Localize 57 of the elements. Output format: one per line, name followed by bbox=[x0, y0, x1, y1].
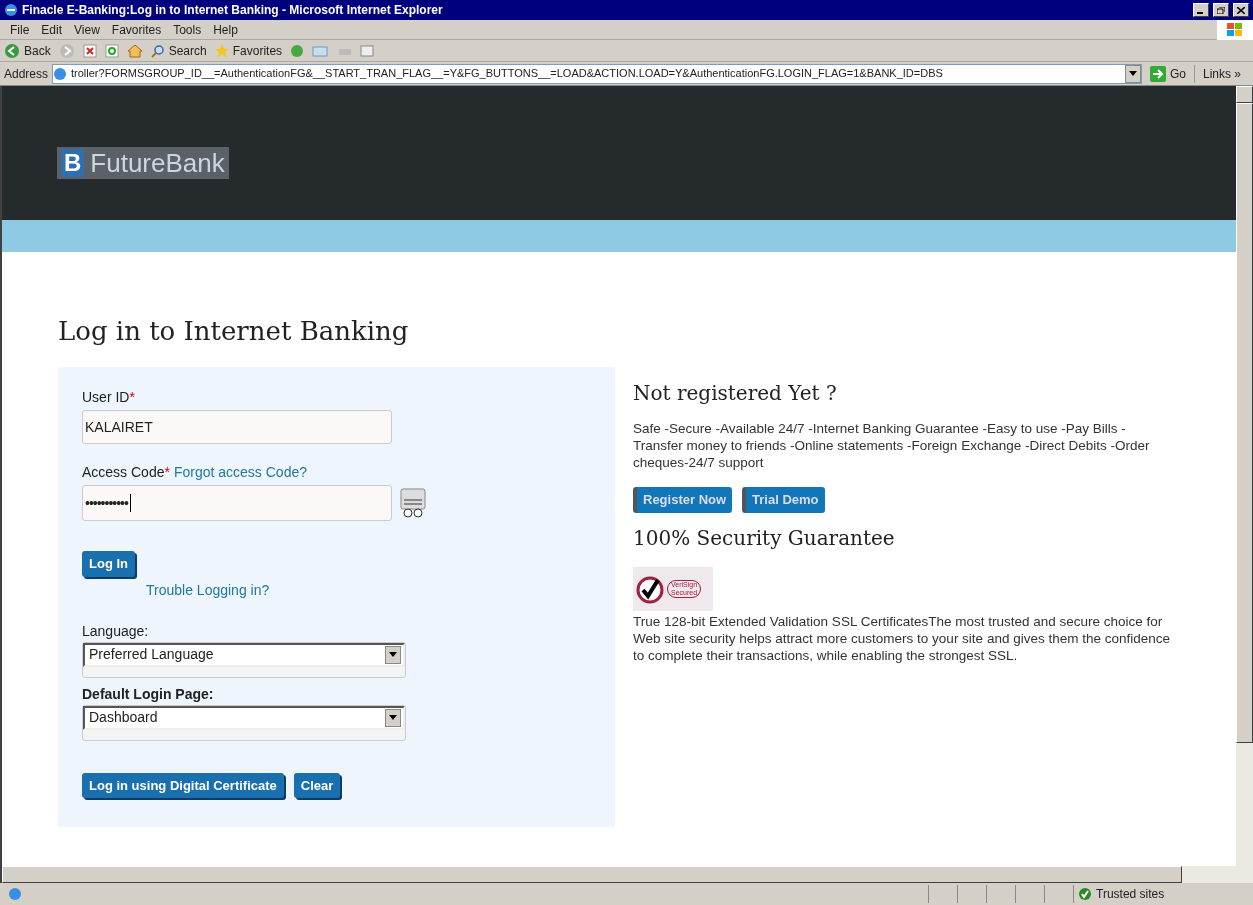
trouble-link[interactable]: Trouble Logging in? bbox=[146, 579, 270, 601]
menu-item[interactable]: Help bbox=[207, 20, 244, 39]
refresh-icon[interactable] bbox=[104, 43, 119, 58]
forgot-link[interactable]: Forgot access Code? bbox=[173, 462, 307, 483]
dropdown-value: Preferred Language bbox=[88, 645, 215, 664]
field-label: Language: bbox=[82, 621, 150, 641]
menu-item[interactable]: Edit bbox=[35, 20, 69, 39]
horizontal-scrollbar[interactable] bbox=[0, 866, 1253, 883]
dropdown-field[interactable]: Dashboard bbox=[82, 704, 406, 741]
vertical-scrollbar[interactable] bbox=[1236, 86, 1253, 866]
clear-button[interactable]: Clear bbox=[293, 772, 341, 798]
restore-button[interactable] bbox=[1213, 3, 1229, 17]
page-icon bbox=[8, 887, 22, 901]
close-icon bbox=[1237, 6, 1245, 14]
log-in-button[interactable]: Log In bbox=[82, 551, 135, 577]
register-button[interactable]: Register Now bbox=[633, 487, 733, 513]
restore-icon bbox=[1217, 6, 1225, 14]
certificate-login-button[interactable]: Log in using Digital Certificate bbox=[82, 772, 284, 798]
go-button[interactable]: Go bbox=[1145, 64, 1190, 83]
page-heading: Log in to Internet Banking bbox=[58, 315, 410, 348]
menu-item[interactable]: View bbox=[68, 20, 106, 39]
demo-button[interactable]: Trial Demo bbox=[742, 487, 825, 513]
check-icon bbox=[1078, 887, 1092, 901]
security-text: True 128-bit Extended Validation SSL CertificatesThe most trusted and secure choice for Web site security helps attract more customers to your site and gives them the confidence to complete their transactions, while enabling the strongest SSL. bbox=[633, 612, 1171, 664]
field-label: Access Code* bbox=[82, 463, 170, 482]
field-label: User ID* bbox=[82, 388, 136, 407]
dropdown-value: Dashboard bbox=[88, 708, 159, 727]
dropdown-field[interactable]: Preferred Language bbox=[82, 641, 406, 678]
favorites-button[interactable]: Favorites bbox=[214, 41, 283, 60]
browser-icon bbox=[4, 3, 18, 17]
address-url: troller?FORMSGROUP_ID__=AuthenticationFG&__START_TRAN_FLAG__=Y&FG_BUTTONS__=LOAD&ACTION.LOAD=Y&AuthenticationFG.LOGIN_FLAG=1&BANK_ID=DBS bbox=[71, 66, 944, 82]
field-label: Default Login Page: bbox=[82, 684, 215, 704]
features-text: Safe -Secure -Available 24/7 -Internet Banking Guarantee -Easy to use -Pay Bills -Transfer money to friends -Online statements -Foreign Exchange -Direct Debits -Order cheques-24/7 support bbox=[633, 420, 1151, 471]
address-label: Address bbox=[4, 65, 49, 83]
section-heading: 100% Security Guarantee bbox=[633, 524, 896, 552]
menu-item[interactable]: Tools bbox=[167, 20, 208, 39]
virtual-keyboard-icon[interactable] bbox=[400, 488, 426, 518]
user-id-field[interactable]: KALAIRET bbox=[82, 410, 392, 444]
menu-item[interactable]: File bbox=[4, 20, 36, 39]
links-button[interactable]: Links » bbox=[1193, 64, 1249, 83]
zone-label: Trusted sites bbox=[1096, 886, 1165, 903]
search-icon bbox=[150, 43, 165, 58]
back-button[interactable]: Back bbox=[4, 41, 51, 60]
window-title: Finacle E-Banking:Log in to Internet Banking - Microsoft Internet Explorer bbox=[22, 2, 444, 19]
stop-icon[interactable] bbox=[82, 43, 97, 58]
close-button[interactable] bbox=[1233, 3, 1249, 17]
minimize-button[interactable] bbox=[1193, 3, 1209, 17]
section-heading: Not registered Yet ? bbox=[633, 380, 838, 407]
page-icon bbox=[53, 66, 68, 81]
windows-logo-icon bbox=[1217, 19, 1253, 40]
search-button[interactable]: Search bbox=[150, 41, 207, 60]
menu-item[interactable]: Favorites bbox=[105, 20, 168, 39]
access-code-field[interactable]: ••••••••••• bbox=[82, 485, 392, 521]
address-field[interactable]: troller?FORMSGROUP_ID__=AuthenticationFG&__START_TRAN_FLAG__=Y&FG_BUTTONS__=LOAD&ACTION.LOAD=Y&AuthenticationFG.LOGIN_FLAG=1&BANK_ID=DBS bbox=[52, 63, 1142, 84]
star-icon bbox=[214, 43, 229, 58]
bank-logo: B FutureBank bbox=[57, 147, 229, 179]
go-arrow-icon bbox=[1149, 65, 1166, 82]
